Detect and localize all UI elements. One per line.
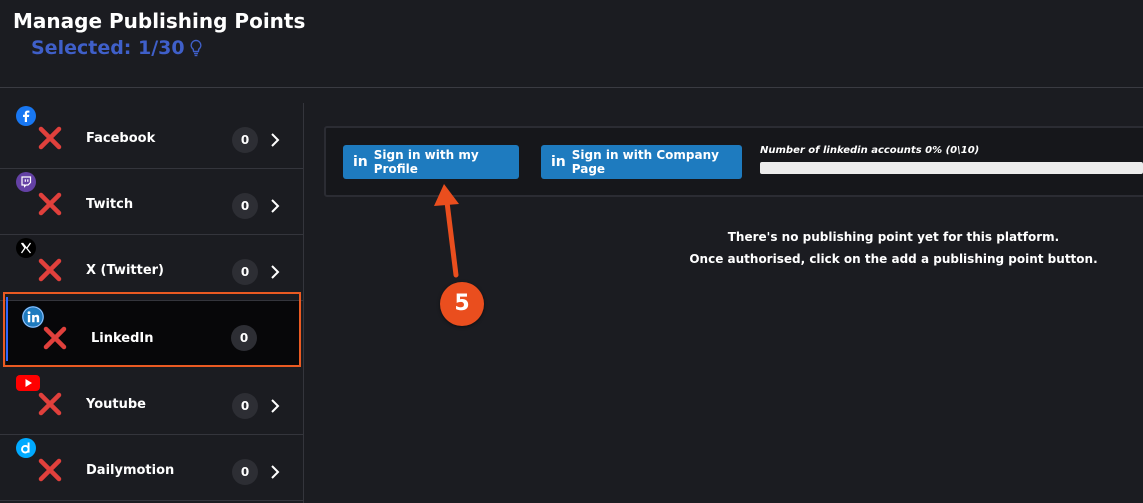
chevron-right-icon[interactable] [269, 198, 281, 214]
not-connected-icon [38, 126, 62, 150]
sidebar-item-dailymotion[interactable]: Dailymotion 0 [0, 435, 303, 501]
chevron-right-icon[interactable] [269, 264, 281, 280]
selected-count-text: Selected: 1/30 [31, 37, 185, 59]
not-connected-icon [38, 192, 62, 216]
annotation-arrow-icon [434, 184, 459, 278]
empty-message-line1: There's no publishing point yet for this… [727, 230, 1060, 244]
header-divider [0, 87, 1143, 88]
sign-in-company-button[interactable]: in Sign in with Company Page [541, 145, 742, 179]
not-connected-icon [38, 392, 62, 416]
chevron-right-icon[interactable] [269, 132, 281, 148]
dailymotion-icon [16, 438, 36, 458]
count-badge: 0 [232, 459, 258, 485]
accounts-progress-bar [760, 162, 1143, 174]
page-header: Manage Publishing Points Selected: 1/30 [0, 0, 1143, 87]
count-badge: 0 [232, 193, 258, 219]
accounts-label: Number of linkedin accounts 0% (0\10) [760, 145, 980, 156]
twitch-icon [16, 172, 36, 192]
step-badge: 5 [440, 282, 484, 326]
sidebar-item-label: Youtube [86, 397, 146, 412]
page-title: Manage Publishing Points [13, 9, 306, 33]
linkedin-icon: in [551, 154, 566, 170]
sign-in-profile-button[interactable]: in Sign in with my Profile [343, 145, 519, 179]
chevron-right-icon[interactable] [269, 464, 281, 480]
not-connected-icon [38, 258, 62, 282]
x-icon [16, 238, 36, 258]
sign-in-company-label: Sign in with Company Page [571, 148, 719, 176]
sidebar-item-label: X (Twitter) [86, 263, 164, 278]
sidebar-divider [303, 103, 304, 503]
facebook-icon [16, 106, 36, 126]
count-badge: 0 [232, 259, 258, 285]
highlight-frame [3, 292, 301, 367]
count-badge: 0 [232, 127, 258, 153]
sidebar-item-youtube[interactable]: Youtube 0 [0, 369, 303, 435]
linkedin-icon: in [353, 154, 368, 170]
lightbulb-icon[interactable] [189, 39, 203, 57]
youtube-icon [16, 375, 40, 391]
empty-message-line2: Once authorised, click on the add a publ… [689, 252, 1098, 266]
selected-count: Selected: 1/30 [31, 37, 203, 59]
not-connected-icon [38, 458, 62, 482]
sidebar-item-label: Facebook [86, 131, 156, 146]
sign-in-profile-label: Sign in with my Profile [373, 148, 479, 176]
chevron-right-icon[interactable] [269, 398, 281, 414]
sidebar-item-twitch[interactable]: Twitch 0 [0, 169, 303, 235]
sidebar-item-label: Twitch [86, 197, 134, 212]
sidebar-item-label: Dailymotion [86, 463, 175, 478]
count-badge: 0 [232, 393, 258, 419]
sidebar-item-facebook[interactable]: Facebook 0 [0, 103, 303, 169]
